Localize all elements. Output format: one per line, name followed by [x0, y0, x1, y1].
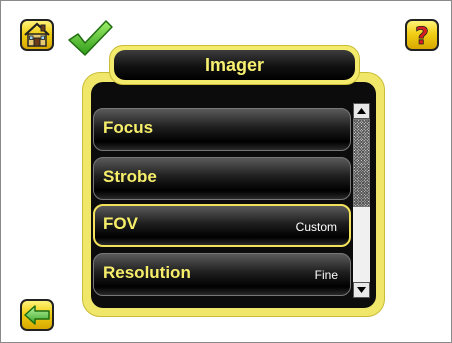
menu-item-label: Focus	[103, 118, 154, 137]
scrollbar-thumb[interactable]	[353, 119, 370, 207]
menu-item-fov[interactable]: FOV Custom	[93, 204, 351, 247]
scroll-down-arrow-icon	[357, 287, 366, 293]
page-title: Imager	[114, 50, 355, 80]
checkmark-icon	[68, 20, 113, 56]
question-mark-icon: ?	[415, 22, 430, 48]
scrollbar-track[interactable]	[353, 207, 370, 282]
scrollbar[interactable]	[353, 103, 370, 298]
menu-item-label: Strobe	[103, 167, 157, 186]
menu-item-focus[interactable]: Focus	[93, 108, 351, 151]
scroll-down-button[interactable]	[353, 282, 370, 298]
title-bar: Imager	[109, 45, 360, 85]
menu-item-value: Custom	[295, 220, 337, 234]
help-button[interactable]: ?	[405, 19, 439, 51]
back-button[interactable]	[20, 299, 54, 331]
svg-text:?: ?	[415, 22, 429, 48]
back-arrow-icon	[24, 305, 50, 325]
home-icon	[24, 22, 50, 47]
menu-item-value: Fine	[314, 268, 338, 282]
menu-item-resolution[interactable]: Resolution Fine	[93, 253, 351, 296]
scroll-up-button[interactable]	[353, 103, 370, 119]
scroll-up-arrow-icon	[357, 108, 366, 114]
menu-item-label: FOV	[103, 214, 138, 233]
menu-item-strobe[interactable]: Strobe	[93, 157, 351, 200]
menu-item-label: Resolution	[103, 263, 191, 282]
home-button[interactable]	[20, 19, 54, 51]
